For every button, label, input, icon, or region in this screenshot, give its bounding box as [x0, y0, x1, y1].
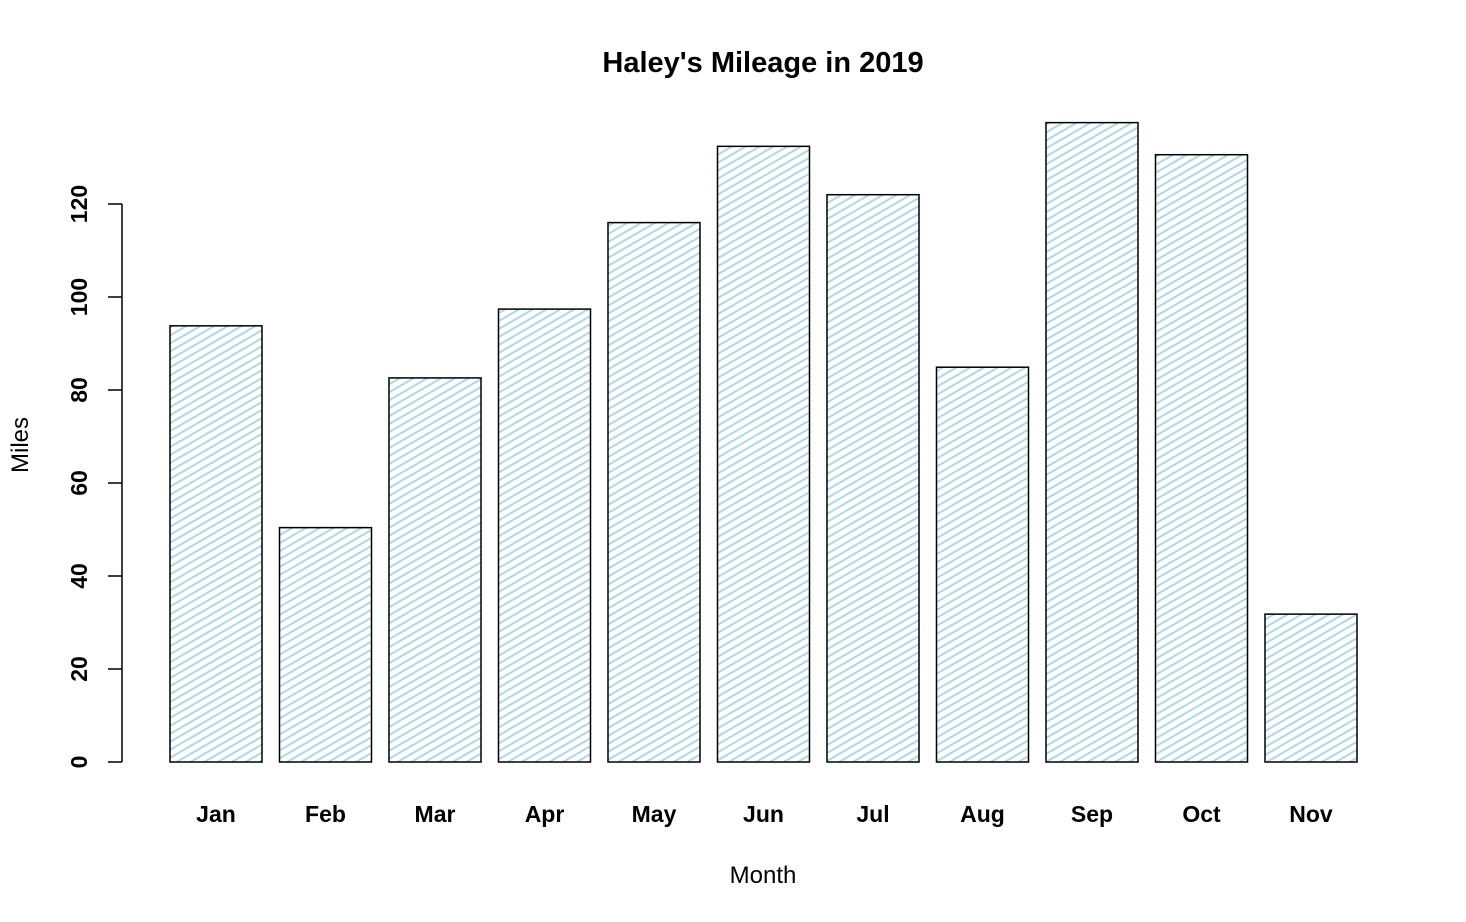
x-axis-labels: Jan Feb Mar Apr May Jun Jul Aug Sep Oct Nov: [196, 801, 1333, 827]
y-tick-label: 60: [66, 470, 92, 496]
bar-jul: [826, 193, 920, 763]
bar-nov: [1264, 613, 1358, 763]
x-tick-label: Mar: [415, 801, 456, 827]
y-axis: 0 20 40 60 80 100 120: [66, 185, 123, 769]
bar-mar: [388, 377, 482, 763]
y-axis-title: Miles: [7, 417, 34, 473]
bars: [169, 121, 1358, 763]
bar-may: [607, 221, 701, 763]
x-tick-label: Nov: [1289, 801, 1333, 827]
y-tick-label: 100: [66, 278, 92, 316]
x-tick-label: Sep: [1071, 801, 1113, 827]
bar-jun: [716, 145, 811, 763]
x-tick-label: Feb: [305, 801, 346, 827]
x-tick-label: Apr: [525, 801, 565, 827]
chart-title: Haley's Mileage in 2019: [602, 47, 923, 79]
bar-jan: [169, 325, 263, 763]
y-tick-label: 20: [66, 656, 92, 682]
x-tick-label: Aug: [960, 801, 1005, 827]
y-tick-label: 120: [66, 185, 92, 223]
bar-apr: [497, 308, 592, 763]
x-tick-label: Jun: [743, 801, 784, 827]
bar-feb: [278, 526, 373, 763]
x-tick-label: Oct: [1182, 801, 1221, 827]
y-tick-label: 0: [66, 756, 92, 769]
bar-oct: [1154, 153, 1249, 763]
bar-chart: Haley's Mileage in 2019 Month Miles 0 20 4…: [7, 47, 1358, 889]
x-tick-label: Jul: [856, 801, 889, 827]
bar-aug: [935, 366, 1030, 763]
y-tick-label: 80: [66, 377, 92, 403]
x-axis-title: Month: [730, 862, 797, 889]
bar-sep: [1045, 121, 1139, 763]
y-tick-label: 40: [66, 563, 92, 589]
x-tick-label: May: [632, 801, 677, 827]
x-tick-label: Jan: [196, 801, 236, 827]
